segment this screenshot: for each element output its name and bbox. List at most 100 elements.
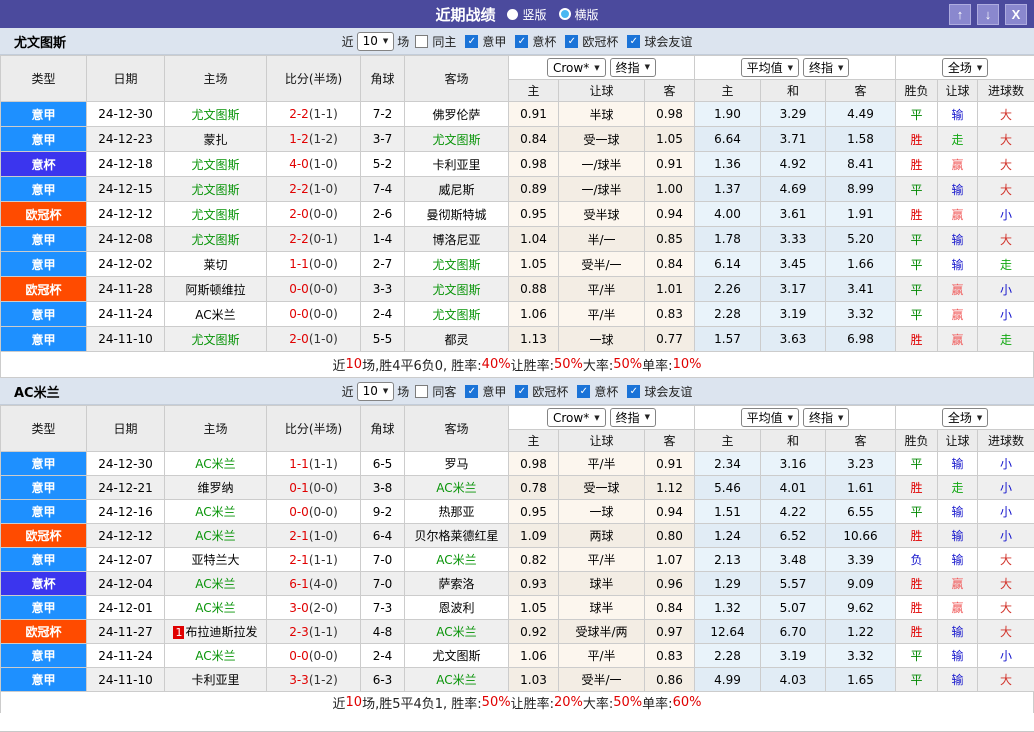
average-time-select-value: 终指 xyxy=(809,59,833,76)
result-goals: 小 xyxy=(978,476,1034,500)
half-time-score: (1-0) xyxy=(309,529,338,543)
chevron-down-icon: ▼ xyxy=(383,387,388,395)
games-label: 场 xyxy=(397,383,409,400)
match-score: 0-0(0-0) xyxy=(267,500,361,524)
match-score: 3-0(2-0) xyxy=(267,596,361,620)
result-handicap: 输 xyxy=(938,177,978,202)
away-team: AC米兰 xyxy=(405,476,509,500)
table-header-row-1: 类型日期主场比分(半场)角球客场Crow*▼终指▼平均值▼终指▼全场▼ xyxy=(1,406,1034,430)
avg-draw-odds: 5.57 xyxy=(761,572,826,596)
league-badge: 意甲 xyxy=(1,252,87,277)
vertical-layout-radio[interactable]: 竖版 xyxy=(507,6,546,23)
away-team-name: 萨索洛 xyxy=(438,577,474,591)
league-checkbox[interactable]: ✓ xyxy=(577,385,590,398)
full-time-score: 2-0 xyxy=(289,207,309,221)
league-checkbox[interactable]: ✓ xyxy=(465,35,478,48)
league-checkbox[interactable]: ✓ xyxy=(627,35,640,48)
odds-time-select[interactable]: 终指▼ xyxy=(610,58,656,77)
league-checkbox-label: 意杯 xyxy=(532,33,556,50)
away-team: 曼彻斯特城 xyxy=(405,202,509,227)
league-badge: 欧冠杯 xyxy=(1,524,87,548)
match-count-select[interactable]: 10▼ xyxy=(357,382,395,401)
home-team: 维罗纳 xyxy=(165,476,267,500)
home-team-name: 卡利亚里 xyxy=(191,673,239,687)
match-count-select[interactable]: 10▼ xyxy=(357,32,395,51)
filter-bar: 近10▼场同客✓意甲✓欧冠杯✓意杯✓球会友谊 xyxy=(0,382,1034,401)
avg-away-odds: 1.65 xyxy=(826,668,896,692)
away-team: 热那亚 xyxy=(405,500,509,524)
result-handicap: 输 xyxy=(938,227,978,252)
result-goals: 大 xyxy=(978,596,1034,620)
home-team-name: 尤文图斯 xyxy=(191,158,239,172)
move-down-button[interactable]: ↓ xyxy=(977,4,999,25)
result-win-draw-loss: 胜 xyxy=(896,620,938,644)
avg-home-odds: 1.90 xyxy=(695,102,761,127)
games-label: 场 xyxy=(397,33,409,50)
col-home-header: 主场 xyxy=(165,406,267,452)
league-checkbox-label: 意杯 xyxy=(594,383,618,400)
average-select-value: 平均值 xyxy=(747,59,783,76)
result-goals: 大 xyxy=(978,102,1034,127)
section-header: AC米兰近10▼场同客✓意甲✓欧冠杯✓意杯✓球会友谊 xyxy=(0,378,1034,405)
summary-segment: 场,胜5平4负1, 胜率: xyxy=(362,693,482,712)
section-summary: 近10场,胜5平4负1, 胜率:50% 让胜率:20% 大率:50% 单率:60… xyxy=(0,692,1034,713)
same-venue-checkbox[interactable] xyxy=(415,385,428,398)
home-team: AC米兰 xyxy=(165,524,267,548)
avg-draw-odds: 3.71 xyxy=(761,127,826,152)
result-handicap: 赢 xyxy=(938,596,978,620)
away-team: 贝尔格莱德红星 xyxy=(405,524,509,548)
avg-home-odds: 1.57 xyxy=(695,327,761,352)
league-checkbox-label: 欧冠杯 xyxy=(532,383,568,400)
result-goals: 小 xyxy=(978,452,1034,476)
match-date: 24-12-23 xyxy=(87,127,165,152)
avg-away-odds: 5.20 xyxy=(826,227,896,252)
corner-score: 2-6 xyxy=(361,202,405,227)
result-handicap: 输 xyxy=(938,252,978,277)
league-checkbox[interactable]: ✓ xyxy=(465,385,478,398)
scope-select[interactable]: 全场▼ xyxy=(942,58,988,77)
average-select[interactable]: 平均值▼ xyxy=(741,408,799,427)
away-team-name: 尤文图斯 xyxy=(432,258,480,272)
sub-header: 让球 xyxy=(559,80,645,102)
section-summary: 近10场,胜4平6负0, 胜率:40% 让胜率:50% 大率:50% 单率:10… xyxy=(0,352,1034,378)
average-time-select[interactable]: 终指▼ xyxy=(803,408,849,427)
match-date: 24-11-28 xyxy=(87,277,165,302)
odds-time-select[interactable]: 终指▼ xyxy=(610,408,656,427)
average-select-value: 平均值 xyxy=(747,409,783,426)
matches-table: 类型日期主场比分(半场)角球客场Crow*▼终指▼平均值▼终指▼全场▼主让球客主… xyxy=(0,405,1034,692)
league-badge: 意杯 xyxy=(1,572,87,596)
odds-company-select[interactable]: Crow*▼ xyxy=(547,58,606,77)
league-checkbox[interactable]: ✓ xyxy=(515,35,528,48)
league-checkbox[interactable]: ✓ xyxy=(627,385,640,398)
avg-home-odds: 1.78 xyxy=(695,227,761,252)
match-score: 0-0(0-0) xyxy=(267,277,361,302)
league-checkbox[interactable]: ✓ xyxy=(515,385,528,398)
odds-away: 0.94 xyxy=(645,202,695,227)
odds-away: 0.98 xyxy=(645,102,695,127)
average-time-select[interactable]: 终指▼ xyxy=(803,58,849,77)
home-team-name: 亚特兰大 xyxy=(191,553,239,567)
half-time-score: (0-0) xyxy=(309,649,338,663)
result-goals: 大 xyxy=(978,548,1034,572)
move-up-button[interactable]: ↑ xyxy=(949,4,971,25)
avg-home-odds: 12.64 xyxy=(695,620,761,644)
league-checkbox[interactable]: ✓ xyxy=(565,35,578,48)
match-row: 欧冠杯24-11-28阿斯顿维拉0-0(0-0)3-3尤文图斯0.88平/半1.… xyxy=(1,277,1034,302)
match-date: 24-12-04 xyxy=(87,572,165,596)
corner-score: 2-7 xyxy=(361,252,405,277)
corner-score: 6-5 xyxy=(361,452,405,476)
odds-away: 1.12 xyxy=(645,476,695,500)
home-team: 尤文图斯 xyxy=(165,327,267,352)
horizontal-layout-radio[interactable]: 横版 xyxy=(559,6,599,23)
odds-company-select-value: Crow* xyxy=(553,411,589,425)
scope-select[interactable]: 全场▼ xyxy=(942,408,988,427)
odds-away: 0.91 xyxy=(645,152,695,177)
odds-company-select[interactable]: Crow*▼ xyxy=(547,408,606,427)
odds-away: 0.84 xyxy=(645,252,695,277)
same-venue-checkbox[interactable] xyxy=(415,35,428,48)
odds-away: 0.96 xyxy=(645,572,695,596)
average-select[interactable]: 平均值▼ xyxy=(741,58,799,77)
league-badge: 意甲 xyxy=(1,127,87,152)
close-button[interactable]: X xyxy=(1005,4,1027,25)
away-team-name: 博洛尼亚 xyxy=(432,233,480,247)
